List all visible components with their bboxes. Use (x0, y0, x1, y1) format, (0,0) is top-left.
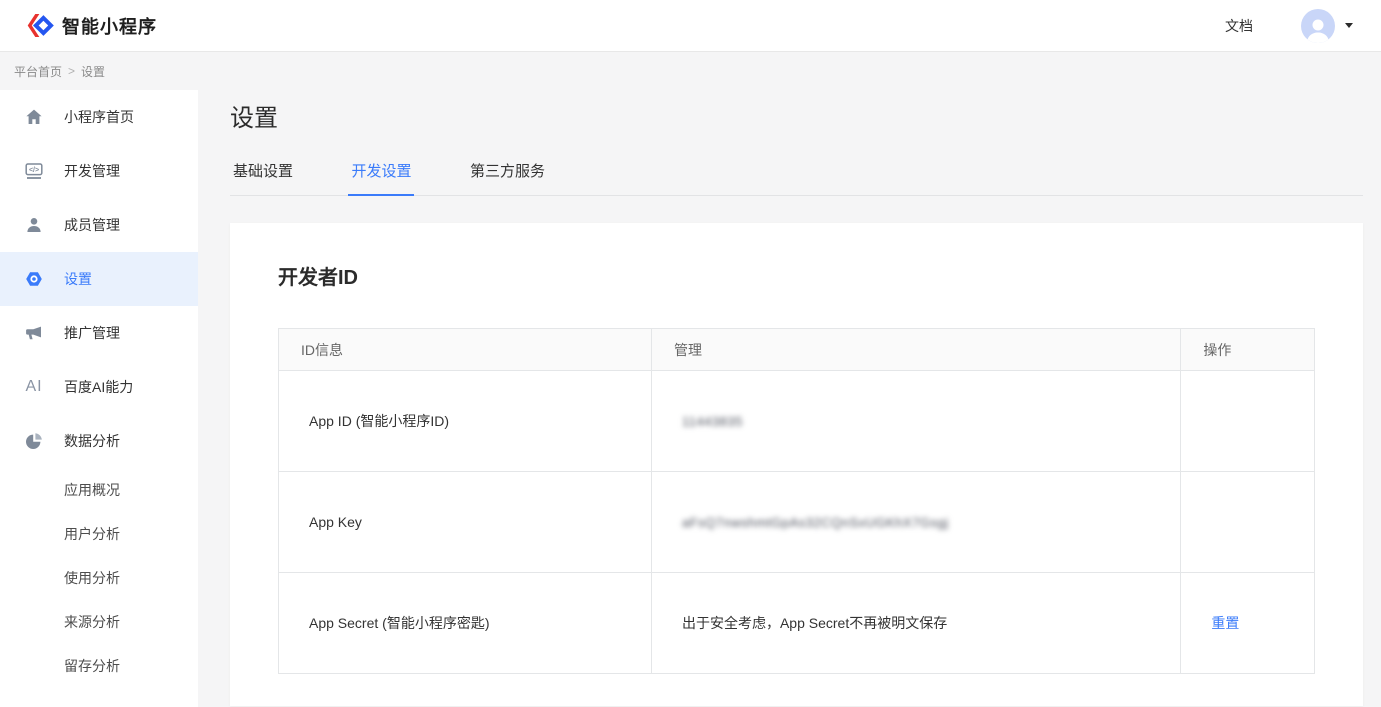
sidebar-item-data-analysis[interactable]: 数据分析 (0, 414, 198, 468)
sidebar-subitem-user-analysis[interactable]: 用户分析 (0, 512, 198, 556)
table-row-app-key: App Key aFsQ7nwshmtGpAs32CQnSxUGKhX7Gsgj (279, 472, 1315, 573)
col-header-management: 管理 (651, 329, 1180, 371)
docs-link[interactable]: 文档 (1225, 16, 1253, 36)
table-header-row: ID信息 管理 操作 (279, 329, 1315, 371)
app-header: 智能小程序 文档 (0, 0, 1381, 52)
app-secret-value: 出于安全考虑，App Secret不再被明文保存 (651, 573, 1180, 674)
sidebar-item-label: 开发管理 (64, 161, 120, 181)
sidebar-item-label: 成员管理 (64, 215, 120, 235)
avatar[interactable] (1301, 9, 1335, 43)
header-right: 文档 (1225, 9, 1353, 43)
page-title: 设置 (230, 102, 1363, 136)
sidebar-item-label: 设置 (64, 269, 92, 289)
member-icon (24, 215, 44, 235)
sidebar-item-label: 数据分析 (64, 431, 120, 451)
sidebar-subitem-usage-analysis[interactable]: 使用分析 (0, 556, 198, 600)
app-secret-label: App Secret (智能小程序密匙) (279, 573, 652, 674)
sidebar-item-baidu-ai[interactable]: AI 百度AI能力 (0, 360, 198, 414)
app-id-action-cell (1181, 371, 1315, 472)
chevron-down-icon[interactable] (1345, 23, 1353, 28)
logo-icon (24, 12, 54, 39)
main-content: 设置 基础设置 开发设置 第三方服务 开发者ID ID信息 管理 操作 (198, 90, 1381, 707)
settings-tabs: 基础设置 开发设置 第三方服务 (230, 160, 1363, 196)
sidebar: 小程序首页 </> 开发管理 成员管理 (0, 90, 198, 707)
sidebar-item-dev-management[interactable]: </> 开发管理 (0, 144, 198, 198)
settings-icon (24, 269, 44, 289)
breadcrumb-current: 设置 (81, 63, 105, 80)
developer-id-table: ID信息 管理 操作 App ID (智能小程序ID) 11443835 App… (278, 328, 1315, 674)
breadcrumb-separator: > (68, 64, 75, 78)
sidebar-item-miniprogram-home[interactable]: 小程序首页 (0, 90, 198, 144)
sidebar-subitem-retention-analysis[interactable]: 留存分析 (0, 644, 198, 688)
code-icon: </> (24, 161, 44, 181)
home-icon (24, 107, 44, 127)
breadcrumb: 平台首页 > 设置 (0, 52, 1381, 90)
table-row-app-id: App ID (智能小程序ID) 11443835 (279, 371, 1315, 472)
user-icon (1301, 13, 1335, 43)
logo-text: 智能小程序 (62, 13, 157, 39)
col-header-id-info: ID信息 (279, 329, 652, 371)
reset-app-secret-link[interactable]: 重置 (1211, 615, 1239, 631)
col-header-action: 操作 (1181, 329, 1315, 371)
table-row-app-secret: App Secret (智能小程序密匙) 出于安全考虑，App Secret不再… (279, 573, 1315, 674)
sidebar-subitem-app-overview[interactable]: 应用概况 (0, 468, 198, 512)
breadcrumb-platform-home[interactable]: 平台首页 (14, 63, 62, 80)
sidebar-item-settings[interactable]: 设置 (0, 252, 198, 306)
app-key-value: aFsQ7nwshmtGpAs32CQnSxUGKhX7Gsgj (682, 515, 949, 530)
sidebar-item-label: 推广管理 (64, 323, 120, 343)
app-logo[interactable]: 智能小程序 (24, 12, 157, 39)
sidebar-subitem-source-analysis[interactable]: 来源分析 (0, 600, 198, 644)
sidebar-item-label: 百度AI能力 (64, 377, 133, 397)
tab-third-party-services[interactable]: 第三方服务 (467, 160, 548, 194)
sidebar-item-promotion-management[interactable]: 推广管理 (0, 306, 198, 360)
pie-chart-icon (24, 431, 44, 451)
ai-icon: AI (24, 377, 44, 397)
developer-id-card: 开发者ID ID信息 管理 操作 App ID (智能小程序ID) 114438… (230, 223, 1363, 706)
sidebar-item-member-management[interactable]: 成员管理 (0, 198, 198, 252)
section-title: 开发者ID (278, 261, 1315, 290)
app-id-value: 11443835 (682, 414, 743, 429)
megaphone-icon (24, 323, 44, 343)
sidebar-item-label: 小程序首页 (64, 107, 134, 127)
app-key-label: App Key (279, 472, 652, 573)
app-id-label: App ID (智能小程序ID) (279, 371, 652, 472)
app-key-action-cell (1181, 472, 1315, 573)
tab-dev-settings[interactable]: 开发设置 (348, 160, 414, 196)
svg-text:</>: </> (29, 167, 39, 174)
tab-basic-settings[interactable]: 基础设置 (230, 160, 296, 194)
